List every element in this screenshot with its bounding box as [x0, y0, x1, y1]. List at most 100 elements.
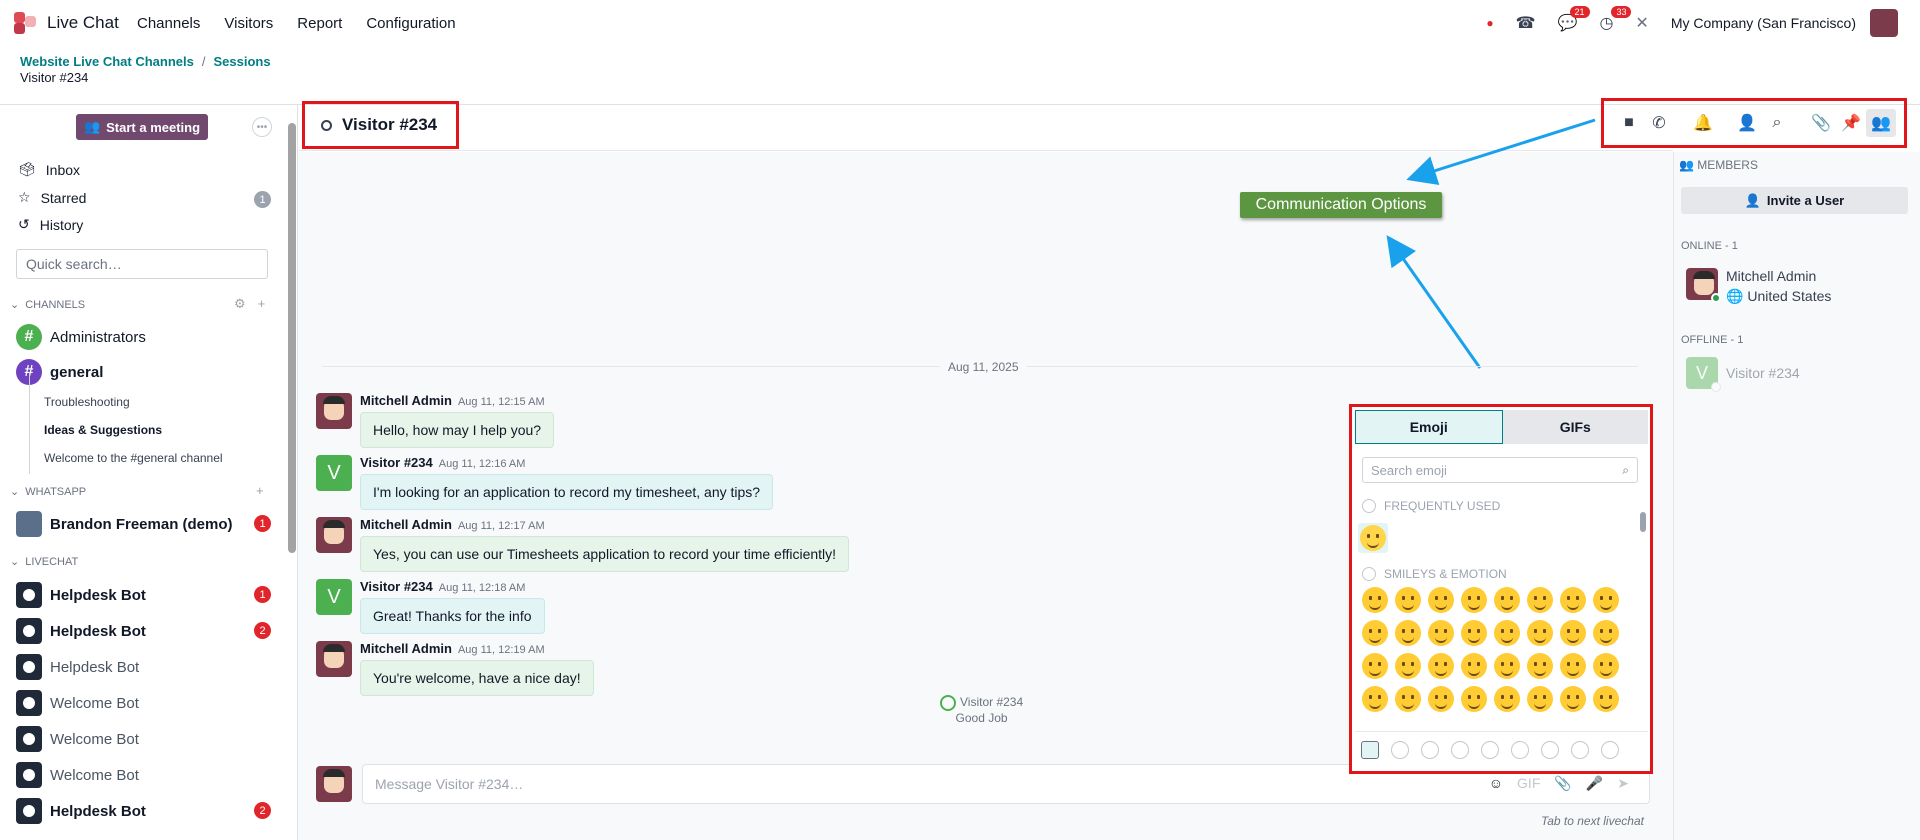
author-avatar[interactable] [316, 517, 352, 553]
emoji-item[interactable] [1427, 587, 1454, 613]
message: V Visitor #234 Aug 11, 12:18 AM Great! Th… [316, 579, 545, 634]
message-bubble: Yes, you can use our Timesheets applicat… [360, 536, 850, 572]
emoji-item[interactable] [1559, 587, 1586, 613]
tab-next-hint: Tab to next livechat [1541, 814, 1644, 828]
member-avatar: V [1686, 357, 1721, 392]
emoji-item[interactable] [1361, 587, 1388, 613]
emoji-item[interactable] [1394, 620, 1421, 646]
message: Mitchell Admin Aug 11, 12:17 AM Yes, you … [316, 517, 850, 572]
composer-avatar [316, 766, 352, 802]
emoji-item[interactable] [1427, 653, 1454, 679]
emoji-grid [1358, 587, 1628, 712]
emoji-item[interactable] [1427, 686, 1454, 712]
author-avatar[interactable]: V [316, 455, 352, 491]
woozy-face-emoji [1360, 525, 1386, 551]
emoji-item[interactable] [1361, 653, 1388, 679]
emoji-scrollbar[interactable] [1640, 502, 1646, 698]
member-online[interactable]: Mitchell Admin 🌐 United States [1686, 268, 1831, 305]
tab-gifs[interactable]: GIFs [1502, 410, 1648, 444]
message-time: Aug 11, 12:19 AM [457, 644, 545, 656]
member-country: United States [1747, 288, 1832, 304]
emoji-item[interactable] [1493, 587, 1520, 613]
emoji-item[interactable] [1559, 686, 1586, 712]
offline-status-icon [1711, 382, 1721, 392]
message-time: Aug 11, 12:16 AM [438, 458, 526, 470]
emoji-item[interactable] [1460, 587, 1487, 613]
send-icon[interactable]: ➤ [1617, 775, 1629, 792]
emoji-item[interactable] [1559, 653, 1586, 679]
emoji-item[interactable] [1460, 653, 1487, 679]
emoji-item[interactable] [1427, 620, 1454, 646]
members-icon: 👥 [1679, 158, 1698, 172]
emoji-item[interactable] [1394, 587, 1421, 613]
emoji-item[interactable] [1493, 653, 1520, 679]
members-title-text: MEMBERS [1697, 158, 1758, 172]
author-avatar[interactable]: V [316, 579, 352, 615]
author-avatar[interactable] [316, 393, 352, 429]
emoji-search-input[interactable]: Search emoji ⌕ [1362, 457, 1638, 483]
travel-category-icon[interactable] [1511, 740, 1529, 759]
emoji-item[interactable] [1493, 686, 1520, 712]
arrow-from-emoji [1386, 235, 1482, 369]
microphone-icon[interactable]: 🎤 [1586, 775, 1603, 792]
gif-icon[interactable]: GIF [1517, 775, 1540, 792]
message-time: Aug 11, 12:15 AM [457, 396, 545, 408]
emoji-item[interactable] [1592, 653, 1619, 679]
emoji-item[interactable] [1493, 620, 1520, 646]
online-section-label: ONLINE - 1 [1681, 240, 1738, 252]
tab-emoji[interactable]: Emoji [1355, 410, 1503, 444]
frequent-label: FREQUENTLY USED [1384, 499, 1501, 513]
smileys-label: SMILEYS & EMOTION [1384, 567, 1507, 581]
message-time: Aug 11, 12:17 AM [457, 520, 545, 532]
emoji-item[interactable] [1460, 686, 1487, 712]
member-name: Mitchell Admin [1726, 268, 1817, 284]
smiley-icon [1362, 567, 1376, 581]
emoji-item[interactable] [1361, 686, 1388, 712]
emoji-item[interactable] [1361, 620, 1388, 646]
clock-icon [1362, 499, 1376, 513]
member-offline[interactable]: V Visitor #234 [1686, 357, 1800, 392]
emoji-picker: Emoji GIFs Search emoji ⌕ FREQUENTLY USED… [1349, 404, 1653, 774]
emoji-item[interactable] [1592, 620, 1619, 646]
symbols-category-icon[interactable] [1601, 740, 1619, 759]
emoji-item[interactable] [1592, 686, 1619, 712]
emoji-icon[interactable]: ☺ [1489, 775, 1503, 792]
rating-notice: Visitor #234 Good Job [940, 695, 1023, 725]
emoji-item[interactable] [1394, 653, 1421, 679]
rating-text: Good Job [955, 711, 1008, 725]
member-avatar [1686, 268, 1721, 303]
emoji-item[interactable] [1526, 653, 1553, 679]
emoji-item[interactable] [1394, 686, 1421, 712]
author-avatar[interactable] [316, 641, 352, 677]
emoji-item[interactable] [1526, 587, 1553, 613]
emoji-item[interactable] [1559, 620, 1586, 646]
emoji-item[interactable] [1460, 620, 1487, 646]
objects-category-icon[interactable] [1571, 740, 1589, 759]
emoji-item[interactable] [1592, 587, 1619, 613]
activities-category-icon[interactable] [1541, 740, 1559, 759]
message-author[interactable]: Visitor #234 [360, 455, 433, 470]
emoji-category-bar [1355, 731, 1648, 767]
invite-user-button[interactable]: 👤 Invite a User [1681, 187, 1908, 214]
message-bubble: I'm looking for an application to record… [360, 474, 774, 510]
emoji-item[interactable] [1526, 686, 1553, 712]
emoji-tabs: Emoji GIFs [1355, 410, 1648, 444]
animals-category-icon[interactable] [1451, 740, 1469, 759]
composer-tools: ☺ GIF 📎 🎤 ➤ [1489, 775, 1629, 792]
members-title: 👥 MEMBERS [1679, 158, 1758, 172]
emoji-item[interactable] [1526, 620, 1553, 646]
members-panel [1673, 152, 1920, 840]
smileys-category-icon[interactable] [1391, 740, 1409, 759]
food-category-icon[interactable] [1481, 740, 1499, 759]
message-author[interactable]: Mitchell Admin [360, 393, 452, 408]
frequent-emoji[interactable] [1358, 523, 1388, 553]
message-author[interactable]: Visitor #234 [360, 579, 433, 594]
attachment-icon[interactable]: 📎 [1554, 775, 1571, 792]
arrow-to-options [1406, 118, 1596, 186]
people-category-icon[interactable] [1421, 740, 1439, 759]
message: Mitchell Admin Aug 11, 12:15 AM Hello, ho… [316, 393, 555, 448]
recent-category-icon[interactable] [1361, 740, 1379, 759]
message-author[interactable]: Mitchell Admin [360, 517, 452, 532]
emoji-category-smileys: SMILEYS & EMOTION [1362, 567, 1507, 581]
message-author[interactable]: Mitchell Admin [360, 641, 452, 656]
